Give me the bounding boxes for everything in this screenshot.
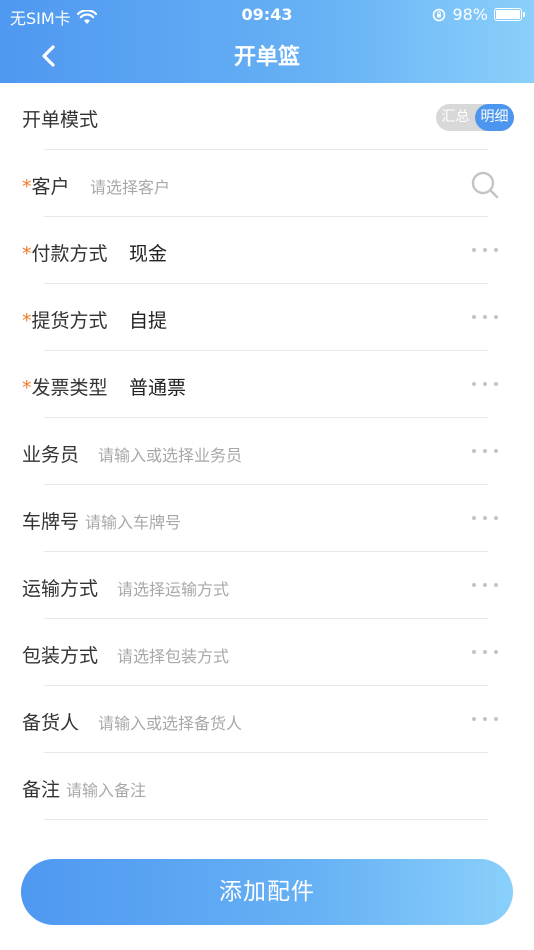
field-remarks[interactable]: 备注 请输入备注 bbox=[0, 753, 534, 820]
packaging-method-input[interactable]: 请选择包装方式 bbox=[117, 643, 229, 667]
plate-number-input[interactable]: 请输入车牌号 bbox=[85, 509, 181, 533]
field-customer[interactable]: *客户 请选择客户 bbox=[0, 150, 534, 217]
more-icon[interactable] bbox=[472, 380, 498, 388]
mode-row: 开单模式 汇总 明细 bbox=[0, 83, 534, 150]
stock-preparer-input[interactable]: 请输入或选择备货人 bbox=[98, 710, 242, 734]
field-label: *提货方式 bbox=[22, 306, 108, 333]
pickup-method-value[interactable]: 自提 bbox=[129, 306, 167, 333]
more-icon[interactable] bbox=[472, 514, 498, 522]
more-icon[interactable] bbox=[472, 581, 498, 589]
field-label-text: 客户 bbox=[31, 176, 70, 198]
field-plate-number[interactable]: 车牌号 请输入车牌号 bbox=[0, 485, 534, 552]
field-label: 备货人 bbox=[22, 712, 80, 734]
page-title: 开单篮 bbox=[233, 45, 300, 70]
add-parts-button[interactable]: 添加配件 bbox=[21, 859, 513, 925]
field-stock-preparer[interactable]: 备货人 请输入或选择备货人 bbox=[0, 686, 534, 753]
mode-option-detail[interactable]: 明细 bbox=[475, 104, 514, 131]
battery-fill bbox=[496, 10, 520, 19]
required-marker: * bbox=[22, 377, 32, 399]
field-label: *客户 bbox=[22, 172, 70, 199]
status-bar: 无SIM卡 09:43 98% bbox=[0, 0, 534, 30]
field-label: *发票类型 bbox=[22, 373, 108, 400]
nav-bar: 开单篮 bbox=[0, 30, 534, 80]
field-label: *付款方式 bbox=[22, 239, 108, 266]
more-icon[interactable] bbox=[472, 648, 498, 656]
transport-method-input[interactable]: 请选择运输方式 bbox=[117, 576, 229, 600]
more-icon[interactable] bbox=[472, 246, 498, 254]
battery-percent: 98% bbox=[452, 5, 488, 24]
remarks-input[interactable]: 请输入备注 bbox=[66, 777, 146, 801]
field-label-text: 提货方式 bbox=[31, 310, 108, 332]
field-payment-method[interactable]: *付款方式 现金 bbox=[0, 217, 534, 284]
field-label: 备注 bbox=[22, 779, 61, 801]
mode-toggle[interactable]: 汇总 明细 bbox=[436, 104, 514, 131]
field-label: 运输方式 bbox=[22, 578, 99, 600]
required-marker: * bbox=[22, 310, 32, 332]
field-packaging-method[interactable]: 包装方式 请选择包装方式 bbox=[0, 619, 534, 686]
field-label-text: 付款方式 bbox=[31, 243, 108, 265]
required-marker: * bbox=[22, 243, 32, 265]
field-transport-method[interactable]: 运输方式 请选择运输方式 bbox=[0, 552, 534, 619]
field-label: 业务员 bbox=[22, 444, 80, 466]
field-salesperson[interactable]: 业务员 请输入或选择业务员 bbox=[0, 418, 534, 485]
invoice-type-value[interactable]: 普通票 bbox=[129, 373, 186, 400]
battery-icon bbox=[494, 8, 525, 21]
search-icon[interactable] bbox=[470, 170, 500, 200]
field-label-text: 发票类型 bbox=[31, 377, 108, 399]
payment-method-value[interactable]: 现金 bbox=[129, 239, 167, 266]
header-bar: 无SIM卡 09:43 98% 开单篮 bbox=[0, 0, 534, 83]
more-icon[interactable] bbox=[472, 447, 498, 455]
field-label: 包装方式 bbox=[22, 645, 99, 667]
more-icon[interactable] bbox=[472, 313, 498, 321]
divider bbox=[44, 819, 488, 820]
status-right: 98% bbox=[432, 5, 525, 24]
mode-option-summary[interactable]: 汇总 bbox=[436, 104, 475, 131]
field-label: 车牌号 bbox=[22, 511, 80, 533]
mode-label: 开单模式 bbox=[22, 109, 99, 131]
required-marker: * bbox=[22, 176, 32, 198]
customer-input[interactable]: 请选择客户 bbox=[90, 174, 170, 198]
salesperson-input[interactable]: 请输入或选择业务员 bbox=[98, 442, 242, 466]
field-invoice-type[interactable]: *发票类型 普通票 bbox=[0, 351, 534, 418]
field-pickup-method[interactable]: *提货方式 自提 bbox=[0, 284, 534, 351]
rotation-lock-icon bbox=[433, 8, 446, 21]
more-icon[interactable] bbox=[472, 715, 498, 723]
